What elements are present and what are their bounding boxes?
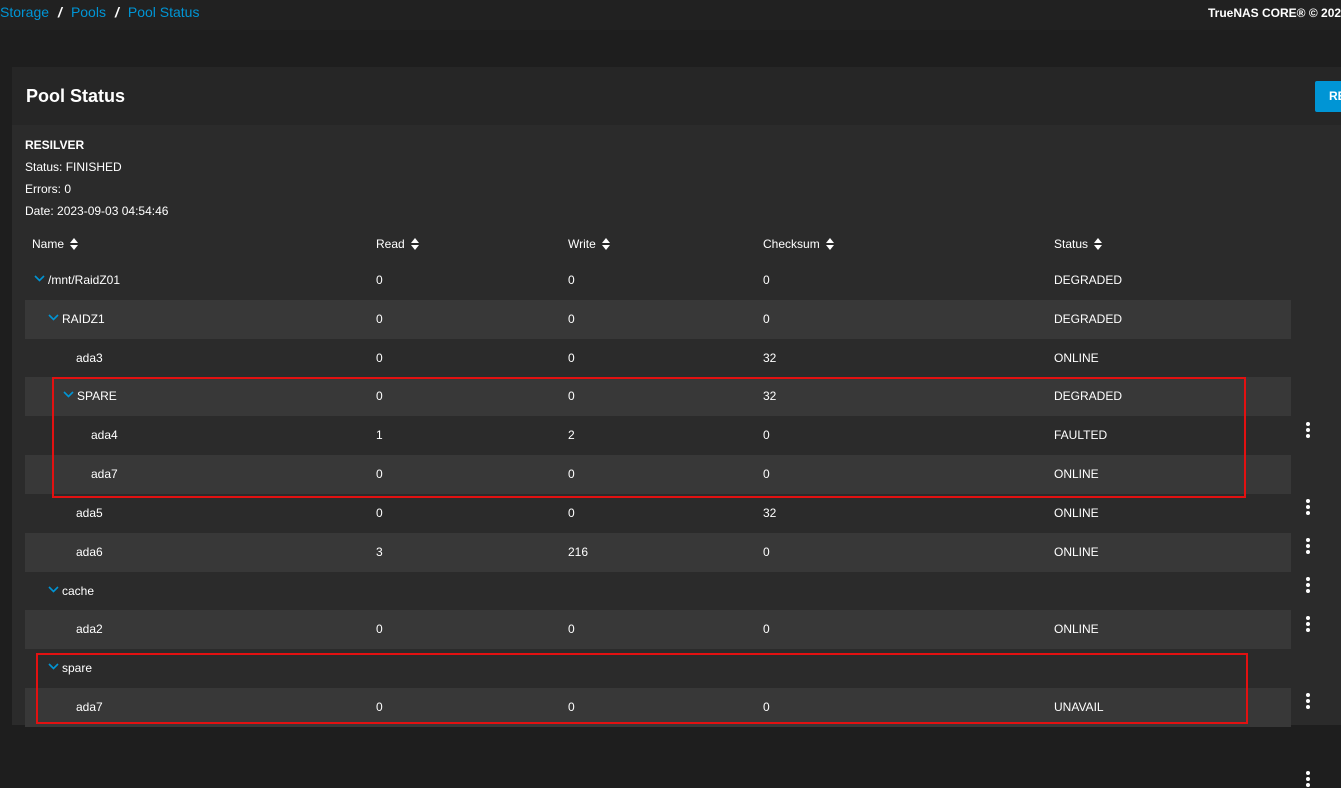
cell-status: ONLINE [1054,622,1099,636]
product-copyright: TrueNAS CORE® © 202 [1208,6,1341,20]
header-action-button[interactable]: RE [1315,81,1341,112]
chevron-down-icon[interactable] [48,586,59,593]
cell-write: 0 [568,506,575,520]
cell-status: DEGRADED [1054,312,1123,326]
cell-checksum: 0 [763,622,770,636]
sort-icon[interactable] [410,238,419,250]
column-header-label: Read [376,237,405,251]
card-header: Pool Status [12,67,1341,125]
column-header-label: Status [1054,237,1089,251]
table-row[interactable]: ada5 0 0 32 ONLINE [25,494,1291,533]
cell-read: 0 [376,312,383,326]
table-row[interactable]: ada3 0 0 32 ONLINE [25,339,1291,378]
highlight-box-spare-group [52,377,1246,498]
column-header-name[interactable]: Name [32,237,79,251]
column-header-status[interactable]: Status [1054,237,1103,251]
table-row[interactable]: /mnt/RaidZ01 0 0 0 DEGRADED [25,261,1291,300]
sort-icon[interactable] [601,238,610,250]
device-name: RAIDZ1 [62,312,105,326]
column-header-checksum[interactable]: Checksum [763,237,834,251]
more-vert-icon[interactable] [1303,421,1313,439]
column-header-write[interactable]: Write [568,237,610,251]
more-vert-icon[interactable] [1303,692,1313,710]
device-name: ada3 [76,351,103,365]
cell-name: ada2 [76,610,103,649]
cell-read: 0 [376,351,383,365]
cell-checksum: 32 [763,506,777,520]
device-name: ada2 [76,622,103,636]
cell-checksum: 0 [763,312,770,326]
cell-status: ONLINE [1054,351,1099,365]
breadcrumb-storage[interactable]: Storage [0,4,49,20]
cell-write: 0 [568,351,575,365]
chevron-down-icon[interactable] [48,314,59,321]
cell-status: ONLINE [1054,545,1099,559]
column-header-read[interactable]: Read [376,237,419,251]
page-title: Pool Status [26,86,126,106]
scan-date: Date: 2023-09-03 04:54:46 [25,204,169,218]
device-name: ada6 [76,545,103,559]
breadcrumb-separator: / [58,4,62,20]
breadcrumb-pools[interactable]: Pools [71,4,106,20]
cell-name: RAIDZ1 [48,300,105,339]
highlight-box-spare-section [36,653,1248,724]
column-header-label: Name [32,237,65,251]
table-row[interactable]: RAIDZ1 0 0 0 DEGRADED [25,300,1291,339]
sort-icon[interactable] [70,238,79,250]
cell-read: 0 [376,622,383,636]
cell-status: ONLINE [1054,506,1099,520]
scan-title: RESILVER [25,138,85,152]
sort-icon[interactable] [825,238,834,250]
cell-name: /mnt/RaidZ01 [34,261,120,300]
scan-errors: Errors: 0 [25,182,72,196]
column-header-label: Write [568,237,596,251]
breadcrumb: Storage / Pools / Pool Status [0,4,199,20]
device-name: cache [62,584,95,598]
column-header-label: Checksum [763,237,820,251]
sort-icon[interactable] [1094,238,1103,250]
cell-read: 0 [376,506,383,520]
cell-checksum: 0 [763,273,770,287]
cell-read: 0 [376,273,383,287]
breadcrumb-pool-status[interactable]: Pool Status [128,4,200,20]
cell-name: ada3 [76,339,103,378]
device-name: /mnt/RaidZ01 [48,273,121,287]
cell-write: 0 [568,312,575,326]
cell-name: ada5 [76,494,103,533]
cell-write: 0 [568,622,575,636]
cell-write: 216 [568,545,589,559]
table-row[interactable]: ada6 3 216 0 ONLINE [25,533,1291,572]
cell-write: 0 [568,273,575,287]
scan-status: Status: FINISHED [25,160,122,174]
cell-name: ada6 [76,533,103,572]
more-vert-icon[interactable] [1303,576,1313,594]
breadcrumb-separator: / [114,4,119,20]
device-name: ada5 [76,506,103,520]
more-vert-icon[interactable] [1303,770,1313,788]
more-vert-icon[interactable] [1303,615,1313,633]
chevron-down-icon[interactable] [34,275,45,282]
more-vert-icon[interactable] [1303,498,1313,516]
more-vert-icon[interactable] [1303,537,1313,555]
cell-status: DEGRADED [1054,273,1123,287]
cell-checksum: 0 [763,545,770,559]
cell-name: cache [48,572,94,611]
table-row[interactable]: cache [25,572,1291,611]
table-row[interactable]: ada2 0 0 0 ONLINE [25,610,1291,649]
scan-info: RESILVER Status: FINISHED Errors: 0 Date… [25,134,168,222]
cell-checksum: 32 [763,351,777,365]
top-bar: Storage / Pools / Pool Status TrueNAS CORE® … [0,0,1341,30]
cell-read: 3 [376,545,383,559]
